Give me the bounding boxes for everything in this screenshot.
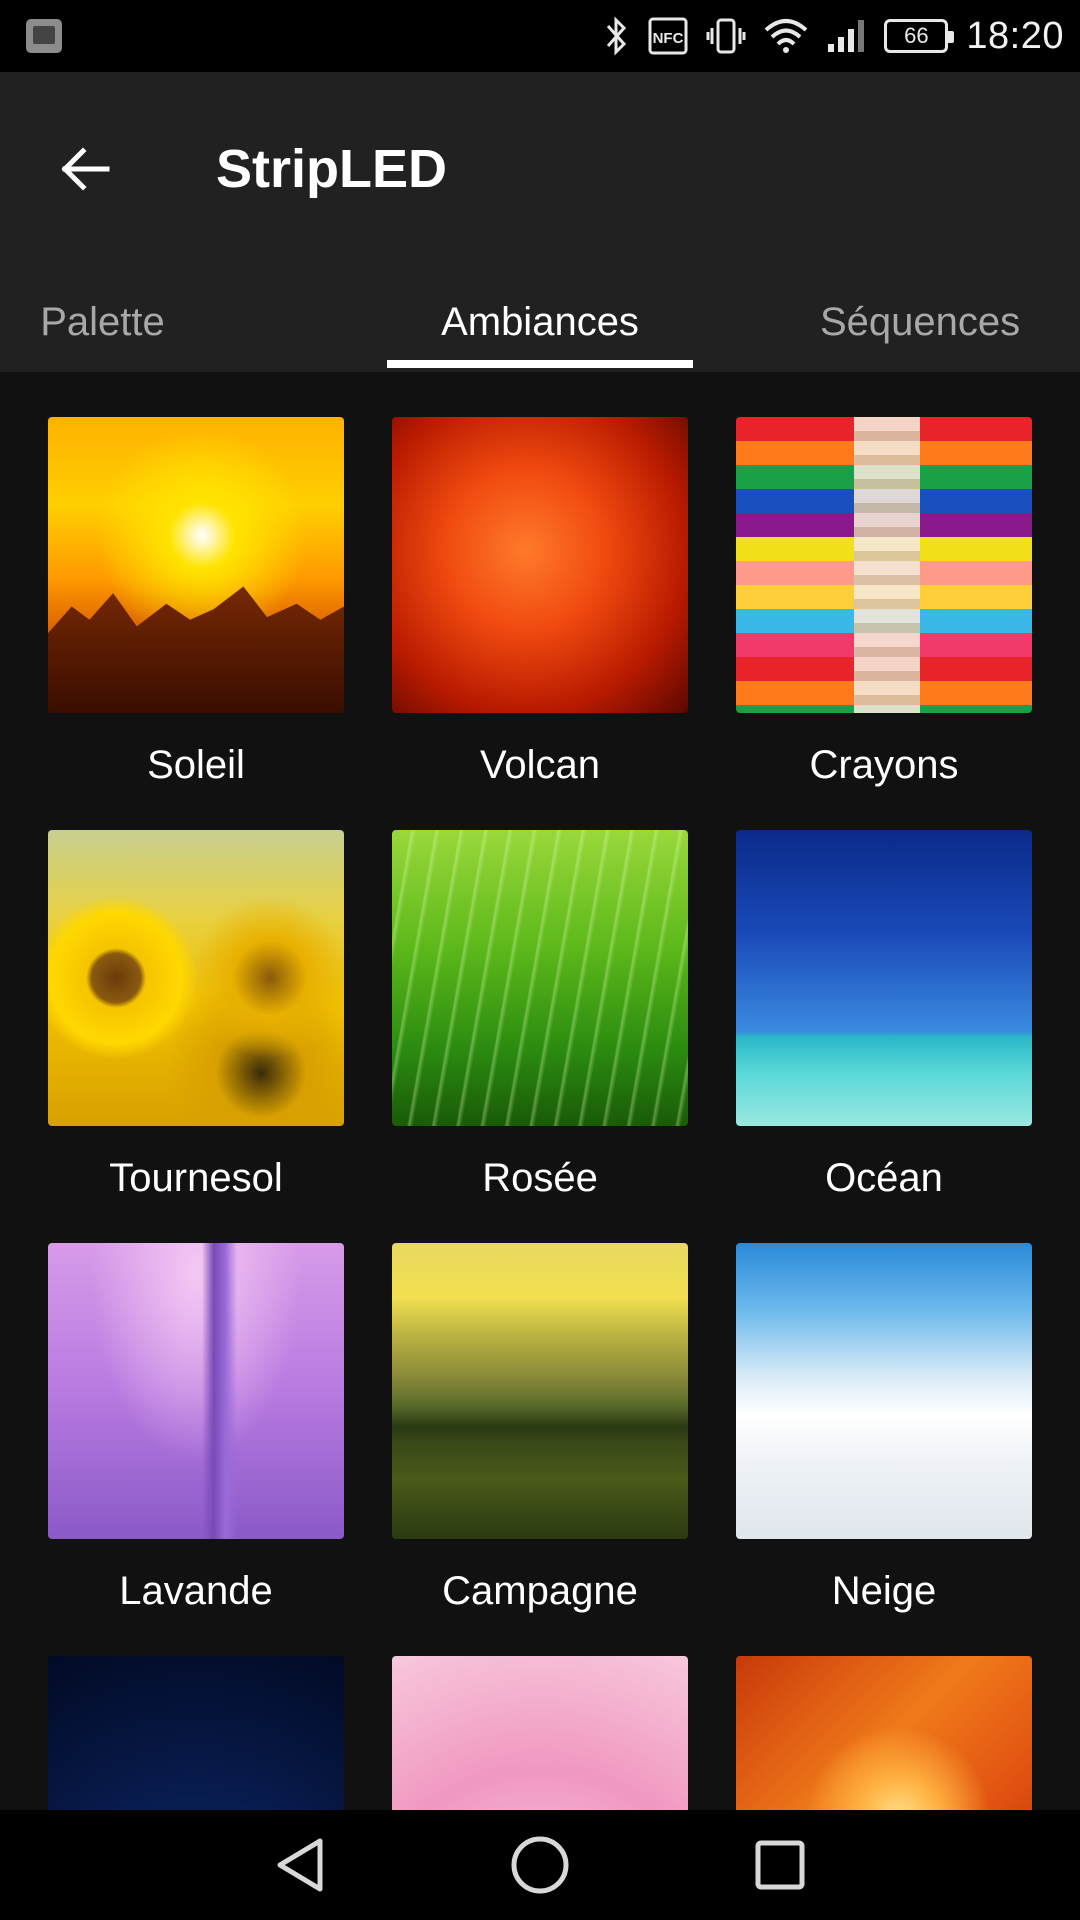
ambiance-tile-lavande[interactable]: Lavande <box>48 1243 344 1621</box>
arrow-left-icon <box>61 147 110 191</box>
ambiance-tile-campagne[interactable]: Campagne <box>392 1243 688 1621</box>
tab-sequences[interactable]: Séquences <box>820 272 1080 372</box>
ambiance-thumbnail[interactable] <box>736 830 1032 1126</box>
ambiance-thumbnail[interactable] <box>48 1656 344 1810</box>
ambiance-thumbnail[interactable] <box>392 1656 688 1810</box>
ambiance-grid: Soleil Volcan Crayons Tournesol Rosée Oc… <box>0 372 1080 1810</box>
ambiance-tile-crayons[interactable]: Crayons <box>736 417 1032 795</box>
ambiance-thumbnail[interactable] <box>736 1243 1032 1539</box>
nfc-icon: NFC <box>648 17 688 55</box>
tab-bar: Palette Ambiances Séquences <box>0 272 1080 372</box>
ambiance-tile-fleur[interactable] <box>392 1656 688 1810</box>
ambiance-label: Neige <box>831 1569 937 1613</box>
battery-icon: 66 <box>884 19 955 53</box>
ambiance-tile-lune[interactable] <box>48 1656 344 1810</box>
ambiance-thumbnail[interactable] <box>736 1656 1032 1810</box>
status-icons: NFC 66 18:20 <box>604 0 1064 72</box>
nfc-label: NFC <box>653 30 684 47</box>
ambiance-tile-volcan[interactable]: Volcan <box>392 417 688 795</box>
ambiance-thumbnail[interactable] <box>48 417 344 713</box>
nav-recents-icon <box>755 1840 805 1890</box>
ambiance-label: Rosée <box>482 1156 598 1200</box>
ambiance-label: Soleil <box>147 743 245 787</box>
nav-back-button[interactable] <box>260 1830 340 1900</box>
vibrate-icon <box>706 18 746 54</box>
ambiance-thumbnail[interactable] <box>48 1243 344 1539</box>
wifi-icon <box>765 19 808 53</box>
nav-home-button[interactable] <box>500 1830 580 1900</box>
ambiance-tile-rosee[interactable]: Rosée <box>392 830 688 1208</box>
ambiance-tile-ocean[interactable]: Océan <box>736 830 1032 1208</box>
battery-level: 66 <box>904 23 929 48</box>
signal-icon <box>828 20 865 52</box>
ambiance-label: Lavande <box>119 1569 273 1613</box>
ambiance-label: Crayons <box>809 743 959 787</box>
system-nav-bar <box>0 1810 1080 1920</box>
nav-home-icon <box>511 1836 569 1894</box>
status-bar: NFC 66 18:20 <box>0 0 1080 72</box>
ambiance-tile-neige[interactable]: Neige <box>736 1243 1032 1621</box>
ambiance-label: Volcan <box>479 743 601 787</box>
ambiance-label: Tournesol <box>109 1156 283 1200</box>
tab-ambiances[interactable]: Ambiances <box>387 272 693 372</box>
page-title: StripLED <box>216 139 448 199</box>
ambiance-thumbnail[interactable] <box>392 417 688 713</box>
nav-back-icon <box>277 1838 323 1892</box>
bluetooth-icon <box>607 16 627 56</box>
ambiance-thumbnail[interactable] <box>736 417 1032 713</box>
gallery-notification-icon <box>26 19 62 53</box>
ambiance-tile-soleil[interactable]: Soleil <box>48 417 344 795</box>
ambiance-tile-canyon[interactable] <box>736 1656 1032 1810</box>
ambiance-label: Océan <box>825 1156 943 1200</box>
ambiance-thumbnail[interactable] <box>392 830 688 1126</box>
back-button[interactable] <box>40 124 130 214</box>
tab-indicator <box>387 360 693 368</box>
status-time: 18:20 <box>966 14 1064 57</box>
ambiance-thumbnail[interactable] <box>392 1243 688 1539</box>
nav-recents-button[interactable] <box>740 1830 820 1900</box>
ambiance-tile-tournesol[interactable]: Tournesol <box>48 830 344 1208</box>
ambiance-thumbnail[interactable] <box>48 830 344 1126</box>
app-bar: StripLED Palette Ambiances Séquences <box>0 72 1080 372</box>
tab-palette[interactable]: Palette <box>0 272 205 372</box>
ambiance-label: Campagne <box>442 1569 638 1613</box>
